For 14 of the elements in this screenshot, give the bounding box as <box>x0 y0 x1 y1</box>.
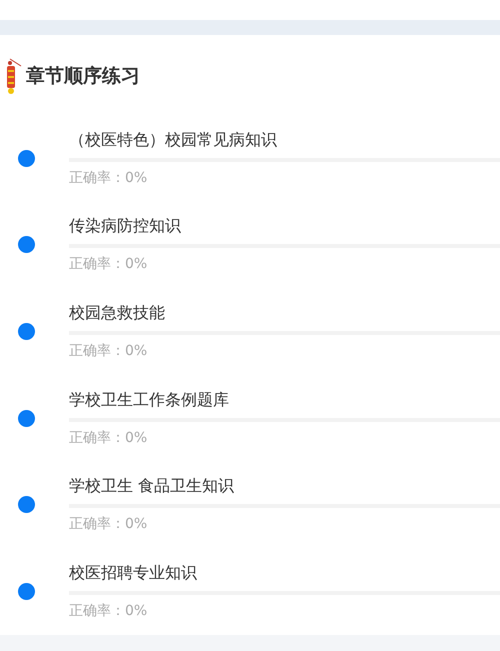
accuracy-text: 正确率：0% <box>69 255 148 274</box>
accuracy-text: 正确率：0% <box>69 428 148 448</box>
chapter-title[interactable]: 学校卫生工作条例题库 <box>69 388 500 411</box>
accuracy-text: 正确率：0% <box>69 515 148 534</box>
chapter-title[interactable]: （校医特色）校园常见病知识 <box>69 128 500 151</box>
chapter-title[interactable]: 传染病防控知识 <box>69 215 500 238</box>
chapter-title[interactable]: 校园急救技能 <box>69 302 500 324</box>
firecracker-icon <box>5 56 23 95</box>
accuracy-text: 正确率：0% <box>69 168 148 188</box>
section-title: 章节顺序练习 <box>26 64 140 89</box>
accuracy-text: 正确率：0% <box>69 342 148 361</box>
accuracy-text: 正确率：0% <box>69 602 148 622</box>
chapter-title[interactable]: 学校卫生 食品卫生知识 <box>69 475 500 498</box>
chapter-title[interactable]: 校医招聘专业知识 <box>69 562 500 584</box>
